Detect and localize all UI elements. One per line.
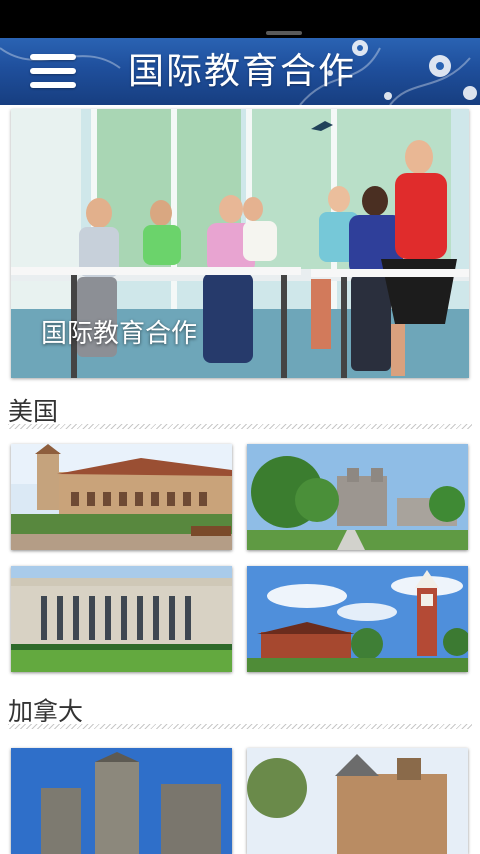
section-divider <box>8 724 472 729</box>
section-title-canada: 加拿大 <box>8 697 84 726</box>
section-title-usa: 美国 <box>8 397 59 426</box>
app-header: 国际教育合作 <box>0 38 480 105</box>
usa-photo-2[interactable] <box>247 444 468 550</box>
hamburger-bar <box>30 82 76 88</box>
hero-caption: 国际教育合作 <box>41 319 198 349</box>
page-title: 国际教育合作 <box>128 51 357 92</box>
status-indicator <box>266 31 302 35</box>
usa-photo-3[interactable] <box>11 566 232 672</box>
stanford-campus-image <box>11 444 232 550</box>
usa-photo-1[interactable] <box>11 444 232 550</box>
canada-photo-1[interactable] <box>11 748 232 854</box>
canada-historic-building-image <box>247 748 468 854</box>
canada-castle-campus-image <box>11 748 232 854</box>
clock-tower-campus-image <box>247 566 468 672</box>
usa-photo-4[interactable] <box>247 566 468 672</box>
hamburger-menu-icon <box>30 54 76 60</box>
hero-banner[interactable]: 国际教育合作 <box>11 109 469 378</box>
campus-gothic-building-image <box>247 444 468 550</box>
status-bar <box>0 0 480 38</box>
hamburger-bar <box>30 68 76 74</box>
columbia-library-image <box>11 566 232 672</box>
canada-photo-2[interactable] <box>247 748 468 854</box>
section-divider <box>8 424 472 429</box>
menu-button[interactable] <box>22 50 80 94</box>
